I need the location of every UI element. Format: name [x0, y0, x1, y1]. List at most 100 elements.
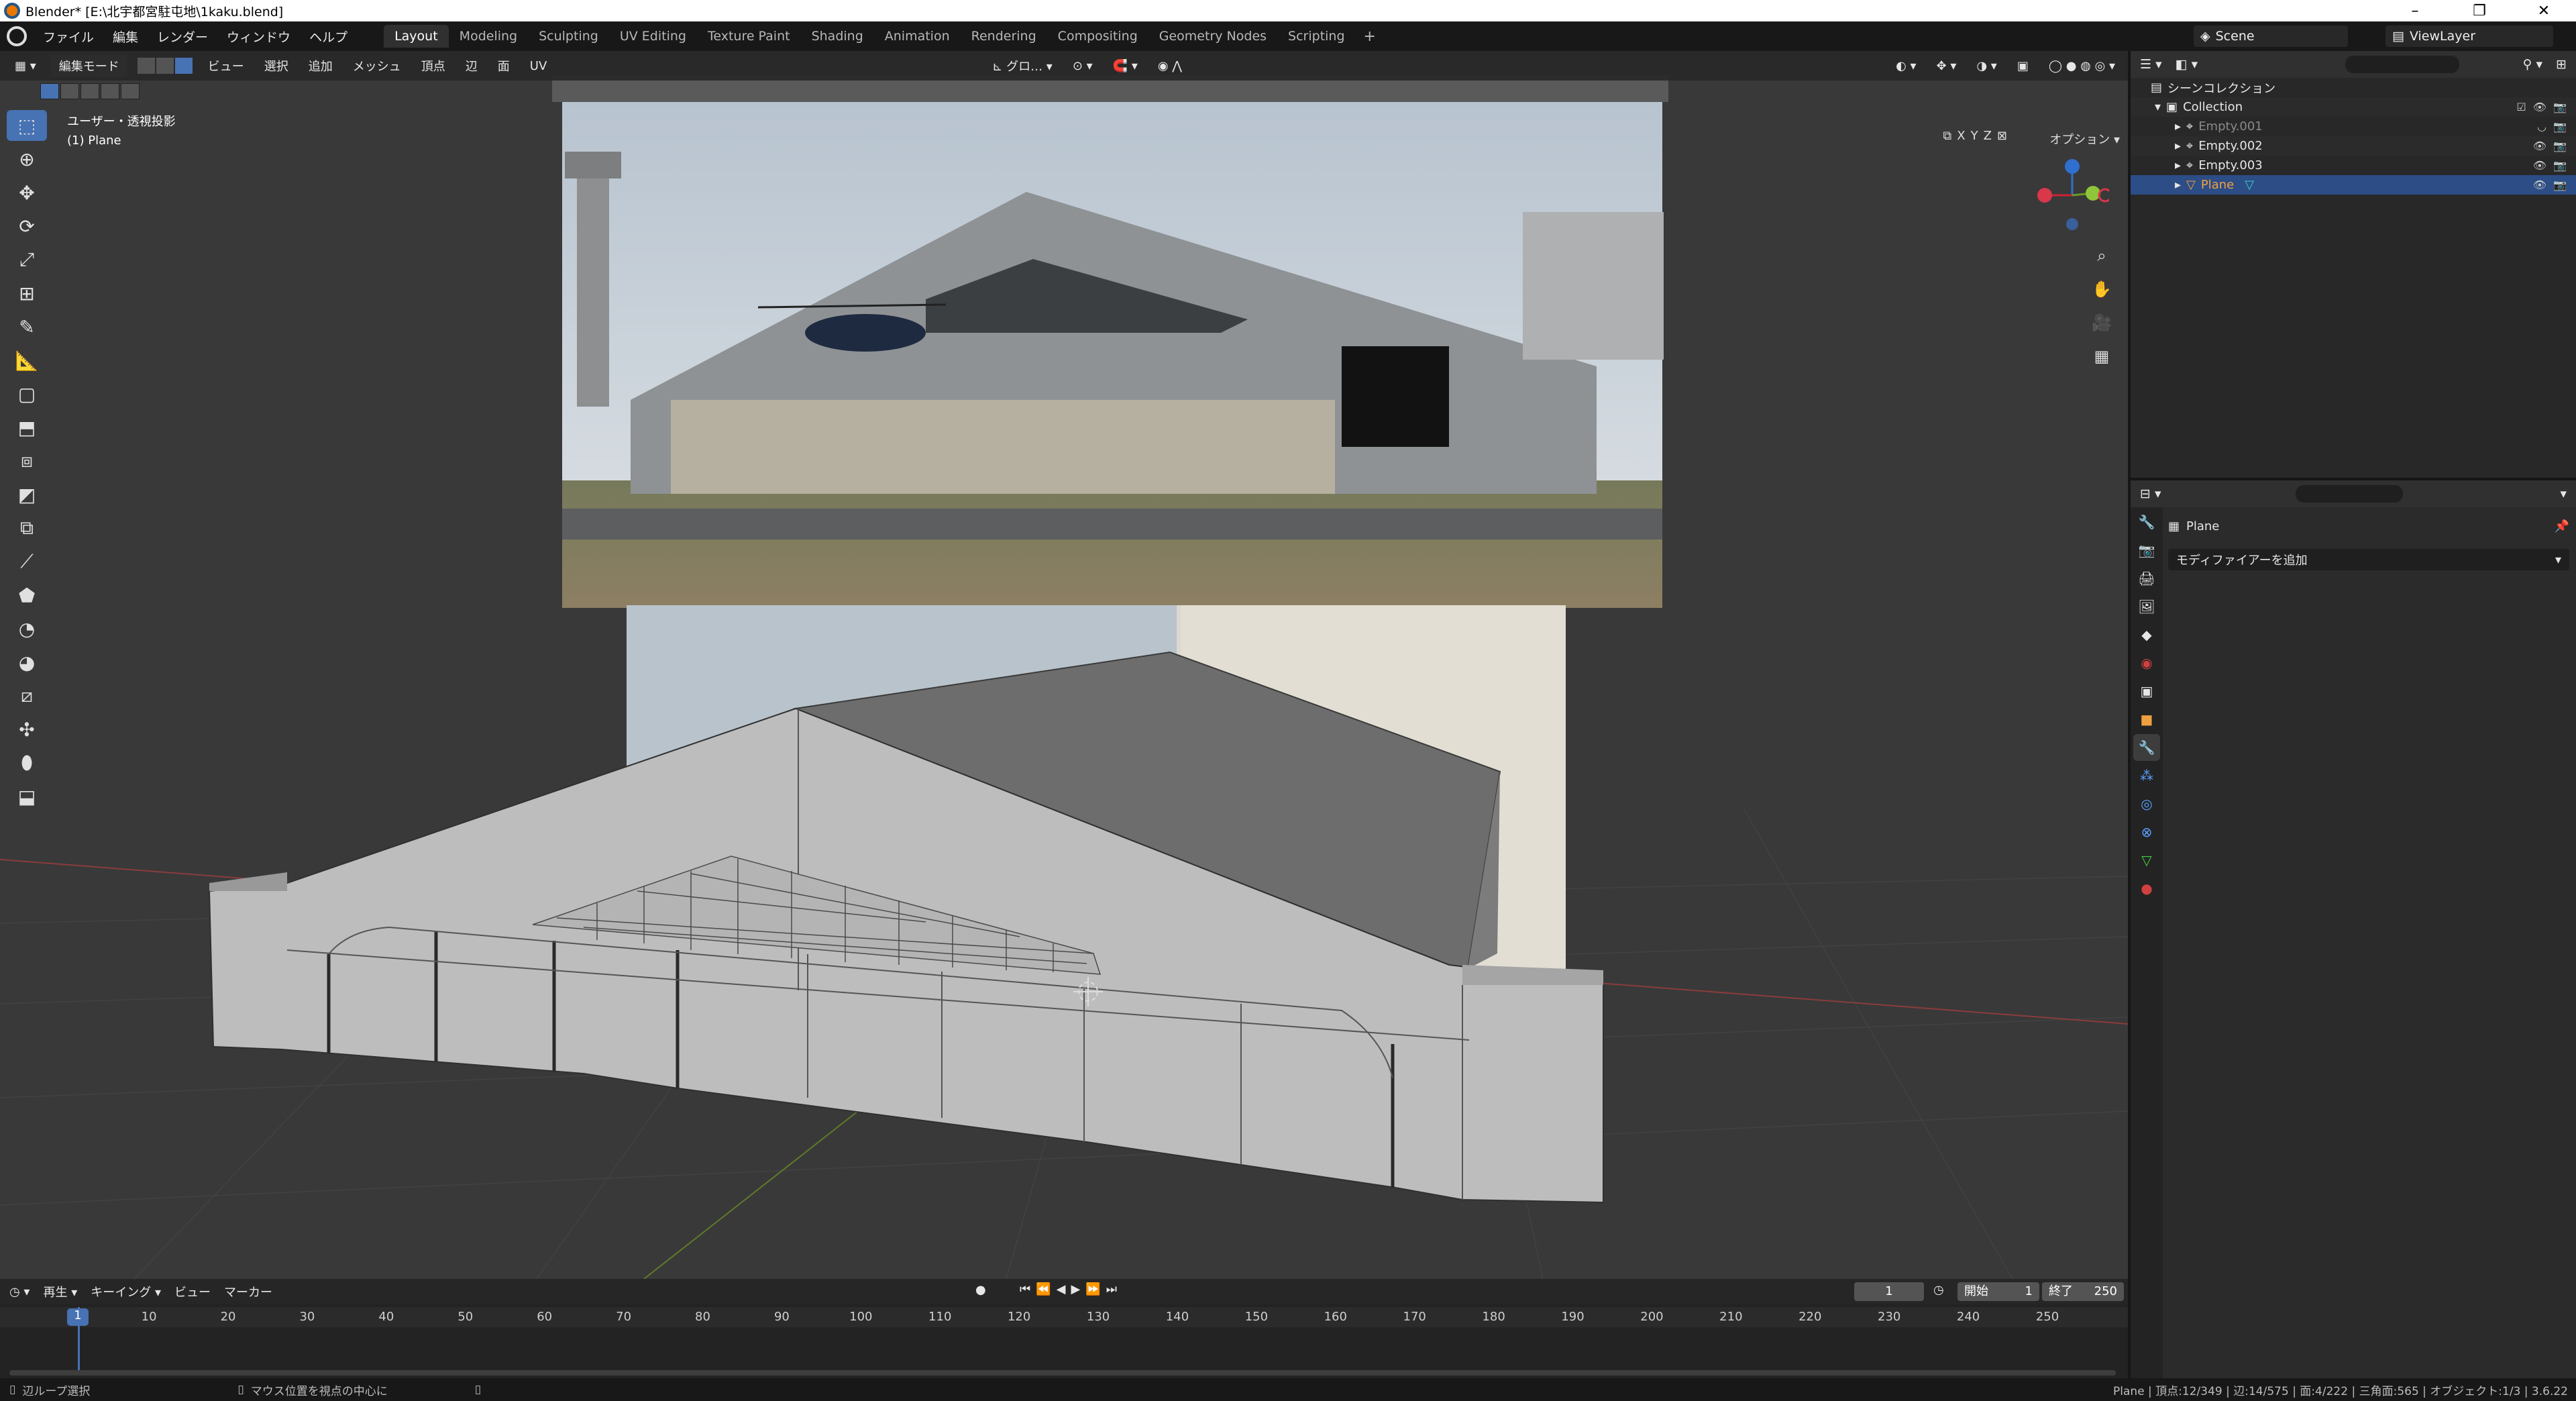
add-modifier-dropdown[interactable]: モディファイアーを追加 ▾	[2168, 549, 2569, 570]
eye-icon[interactable]: 👁	[2533, 159, 2546, 172]
bevel-tool-icon[interactable]: ◩	[7, 479, 47, 510]
expand-icon[interactable]: ▸	[2175, 119, 2181, 134]
tool-tab-icon[interactable]: 🔧	[2133, 509, 2160, 535]
object-tab-icon[interactable]: ■	[2133, 706, 2160, 733]
record-icon[interactable]: ●	[975, 1283, 986, 1297]
rip-tool-icon[interactable]: ⬓	[7, 781, 47, 812]
pan-hand-icon[interactable]: ✋	[2092, 279, 2112, 299]
menu-window[interactable]: ウィンドウ	[217, 28, 300, 46]
viewlayer-selector[interactable]: ▤ ViewLayer	[2385, 25, 2553, 47]
timeline-scrollbar[interactable]	[9, 1370, 2116, 1376]
menu-mesh[interactable]: メッシュ	[347, 56, 407, 76]
outliner-search-input[interactable]	[2345, 56, 2460, 73]
checkbox-icon[interactable]: ☑	[2516, 101, 2526, 113]
camera-icon[interactable]: 📷	[2553, 140, 2567, 152]
outliner-editor-type-icon[interactable]: ☰ ▾	[2140, 57, 2162, 72]
auto-merge-icon[interactable]: ⊠	[1997, 129, 2007, 143]
zoom-icon[interactable]: ⌕	[2092, 246, 2112, 266]
constraints-tab-icon[interactable]: ⊗	[2133, 819, 2160, 845]
timeline-editor[interactable]: ◷ ▾ 再生 ▾ キーイング ▾ ビュー マーカー ● ⏮⏪◀▶⏩⏭ 1 ◷ 開…	[0, 1279, 2128, 1378]
pivot-icon[interactable]: ⊙ ▾	[1067, 58, 1098, 74]
new-collection-icon[interactable]: ⊞	[2556, 57, 2567, 72]
menu-add[interactable]: 追加	[303, 56, 338, 76]
select-intersect-button[interactable]	[121, 83, 140, 99]
properties-search-input[interactable]	[2295, 485, 2403, 503]
tab-layout[interactable]: Layout	[384, 25, 449, 48]
playback-controls-icon[interactable]: ⏮⏪◀▶⏩⏭	[1020, 1282, 1122, 1296]
collection-row[interactable]: ▾ ▣ Collection ☑ 👁 📷	[2131, 97, 2576, 117]
axis-z-toggle[interactable]: Z	[1984, 129, 1992, 143]
select-box-tool-icon[interactable]: ⬚	[7, 110, 47, 141]
expand-icon[interactable]: ▾	[2155, 100, 2161, 114]
eye-closed-icon[interactable]: ◡	[2537, 120, 2546, 133]
axis-x-toggle[interactable]: X	[1957, 129, 1965, 143]
eye-icon[interactable]: 👁	[2533, 140, 2546, 152]
add-workspace-icon[interactable]: +	[1356, 28, 1384, 45]
select-extend-button[interactable]	[60, 83, 79, 99]
vertex-select-button[interactable]	[136, 57, 156, 74]
menu-select[interactable]: 選択	[259, 56, 294, 76]
menu-timeline-view[interactable]: ビュー	[174, 1283, 211, 1300]
view-layer-tab-icon[interactable]: 🖼	[2133, 593, 2160, 620]
output-tab-icon[interactable]: 🖨	[2133, 565, 2160, 592]
world-tab-icon[interactable]: ◉	[2133, 650, 2160, 676]
visibility-icon[interactable]: ◐ ▾	[1890, 58, 1921, 74]
edge-select-button[interactable]	[155, 57, 174, 74]
annotate-tool-icon[interactable]: ✎	[7, 311, 47, 342]
tab-geometry-nodes[interactable]: Geometry Nodes	[1148, 25, 1277, 48]
tab-texture-paint[interactable]: Texture Paint	[697, 25, 801, 48]
move-tool-icon[interactable]: ✥	[7, 177, 47, 208]
loop-cut-tool-icon[interactable]: ⧉	[7, 513, 47, 543]
overlay-toggle-icon[interactable]: ◑ ▾	[1971, 58, 2002, 74]
render-tab-icon[interactable]: 📷	[2133, 537, 2160, 564]
menu-vertex[interactable]: 頂点	[416, 56, 451, 76]
filter-icon[interactable]: ⚲ ▾	[2523, 57, 2543, 72]
material-tab-icon[interactable]: ●	[2133, 875, 2160, 902]
axis-y-toggle[interactable]: Y	[1971, 129, 1978, 143]
rotate-tool-icon[interactable]: ⟳	[7, 211, 47, 242]
select-subtract-button[interactable]	[80, 83, 99, 99]
menu-render[interactable]: レンダー	[148, 28, 217, 46]
menu-view[interactable]: ビュー	[203, 56, 250, 76]
face-select-button[interactable]	[174, 57, 193, 74]
transform-orientation-dropdown[interactable]: ⊾ グロ… ▾	[987, 56, 1058, 76]
tab-uv-editing[interactable]: UV Editing	[609, 25, 697, 48]
tab-shading[interactable]: Shading	[801, 25, 874, 48]
minimize-button[interactable]: –	[2383, 3, 2447, 19]
scene-collection-row[interactable]: ▤ シーンコレクション	[2131, 78, 2576, 97]
menu-help[interactable]: ヘルプ	[300, 28, 357, 46]
properties-editor-type-icon[interactable]: ⊟ ▾	[2140, 486, 2161, 501]
end-frame-field[interactable]: 終了 250	[2042, 1282, 2124, 1301]
menu-file[interactable]: ファイル	[34, 28, 103, 46]
expand-icon[interactable]: ▸	[2175, 139, 2181, 153]
tab-compositing[interactable]: Compositing	[1047, 25, 1148, 48]
outliner-item-plane[interactable]: ▸ ▽ Plane ▽ 👁 📷	[2131, 175, 2576, 195]
proportional-edit-icon[interactable]: ◉ ⋀	[1152, 58, 1187, 74]
mesh-data-icon[interactable]: ▽	[2245, 178, 2254, 192]
expand-icon[interactable]: ▸	[2175, 178, 2181, 192]
menu-face[interactable]: 面	[492, 56, 515, 76]
camera-icon[interactable]: 📷	[2553, 178, 2567, 191]
extrude-tool-icon[interactable]: ⬒	[7, 412, 47, 443]
shading-modes-icon[interactable]: ◯ ● ◍ ◎ ▾	[2043, 58, 2121, 74]
tab-sculpting[interactable]: Sculpting	[528, 25, 609, 48]
tab-animation[interactable]: Animation	[874, 25, 961, 48]
scene-selector[interactable]: ◈ Scene	[2194, 25, 2348, 47]
cursor-tool-icon[interactable]: ⊕	[7, 144, 47, 174]
data-tab-icon[interactable]: ▽	[2133, 847, 2160, 874]
camera-icon[interactable]: 📷	[2553, 159, 2567, 172]
menu-edge[interactable]: 辺	[460, 56, 483, 76]
timeline-ruler[interactable]: 10 20 30 40 50 60 70 80 90 100 110 120 130 140 150 160 1…	[0, 1307, 2128, 1327]
camera-icon[interactable]: 📷	[2553, 120, 2567, 133]
menu-uv[interactable]: UV	[525, 58, 553, 74]
start-frame-field[interactable]: 開始 1	[1957, 1282, 2039, 1301]
camera-icon[interactable]: 📷	[2553, 101, 2567, 113]
select-invert-button[interactable]	[101, 83, 119, 99]
snap-icon[interactable]: 🧲 ▾	[1108, 58, 1143, 74]
3d-viewport[interactable]: ▦ ▾ 編集モード ビュー 選択 追加 メッシュ 頂点 辺 面 UV ⊾ グロ……	[0, 51, 2128, 1279]
outliner-item-empty-002[interactable]: ▸ ⌖ Empty.002 👁 📷	[2131, 136, 2576, 156]
menu-playback[interactable]: 再生 ▾	[43, 1283, 77, 1300]
outliner-item-empty-003[interactable]: ▸ ⌖ Empty.003 👁 📷	[2131, 156, 2576, 175]
menu-marker[interactable]: マーカー	[224, 1283, 272, 1300]
blender-menu-icon[interactable]	[7, 26, 27, 46]
